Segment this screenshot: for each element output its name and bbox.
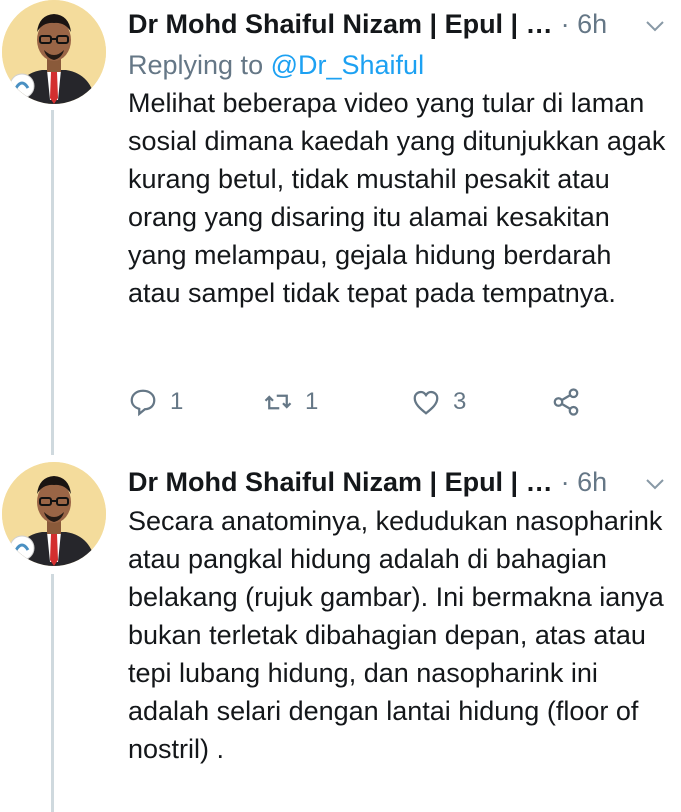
replying-to: Replying to @Dr_Shaiful [128,46,667,84]
tweet-time[interactable]: · 6h [561,467,608,498]
tweet-time[interactable]: · 6h [561,9,608,40]
like-button[interactable]: 3 [411,387,551,417]
tweet-content: Dr Mohd Shaiful Nizam | Epul | … · 6h Se… [128,462,667,768]
tweet-content: Dr Mohd Shaiful Nizam | Epul | … · 6h Re… [128,4,667,312]
tweet-header: Dr Mohd Shaiful Nizam | Epul | … · 6h [128,4,667,44]
avatar[interactable] [2,462,106,566]
tweet-actions: 1 1 3 [128,382,581,422]
reply-button[interactable]: 1 [128,387,263,417]
thread-line [51,574,54,812]
avatar-photo-icon [2,462,106,566]
retweet-count: 1 [305,388,319,415]
author-name[interactable]: Dr Mohd Shaiful Nizam | Epul | … [128,467,553,498]
tweet-text: Secara anatominya, kedudukan nasopharink… [128,506,664,764]
reply-icon [130,389,156,417]
retweet-icon [264,394,292,410]
replying-to-handle[interactable]: @Dr_Shaiful [271,50,424,80]
chevron-down-icon[interactable] [643,472,667,496]
thread-line [51,110,54,455]
replying-to-label: Replying to [128,50,271,80]
retweet-button[interactable]: 1 [263,387,411,417]
tweet-header: Dr Mohd Shaiful Nizam | Epul | … · 6h [128,462,667,502]
chevron-down-icon[interactable] [643,14,667,38]
avatar[interactable] [2,0,106,104]
share-icon [553,388,579,416]
like-count: 3 [453,388,467,415]
avatar-photo-icon [2,0,106,104]
reply-count: 1 [170,388,184,415]
author-name[interactable]: Dr Mohd Shaiful Nizam | Epul | … [128,9,553,40]
tweet-text: Melihat beberapa video yang tular di lam… [128,88,666,308]
heart-icon [413,390,439,415]
share-button[interactable] [551,387,581,417]
